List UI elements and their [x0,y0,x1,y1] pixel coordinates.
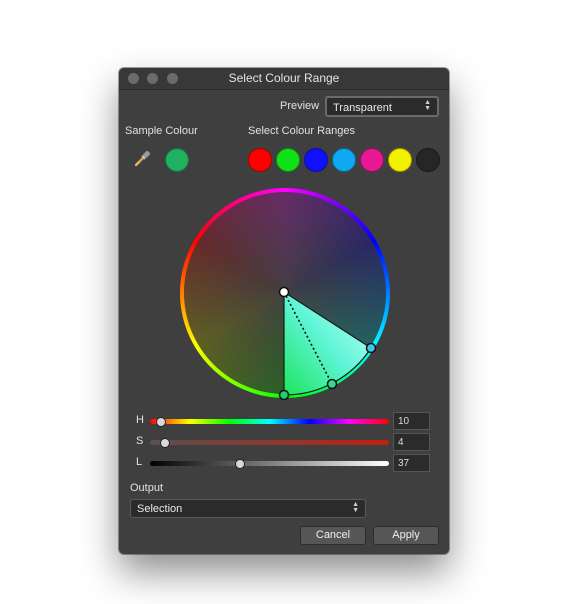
saturation-value-field[interactable]: 4 [393,433,430,451]
selection-sector [278,286,377,401]
range-mid-handle[interactable] [326,378,338,390]
output-label: Output [130,482,164,494]
lightness-label: L [136,456,143,468]
colour-wheel[interactable] [180,188,390,401]
saturation-slider-thumb[interactable] [160,438,170,448]
range-swatch-green[interactable] [276,148,300,172]
output-select[interactable]: Selection ▲ ▼ [130,499,366,518]
range-end-handle[interactable] [365,342,377,354]
chevron-updown-icon: ▲ ▼ [352,501,359,514]
lightness-value-field[interactable]: 37 [393,454,430,472]
saturation-slider[interactable] [150,440,389,445]
lightness-slider[interactable] [150,461,389,466]
cancel-button[interactable]: Cancel [300,526,366,545]
chevron-updown-icon: ▲ ▼ [424,99,431,112]
hue-label: H [136,414,144,426]
centre-handle[interactable] [278,286,290,298]
eyedropper-icon[interactable] [133,148,153,168]
range-swatch-magenta[interactable] [360,148,384,172]
hue-slider-thumb[interactable] [156,417,166,427]
title-bar[interactable]: Select Colour Range [119,68,449,90]
sample-colour-label: Sample Colour [125,125,198,137]
sample-colour-swatch[interactable] [165,148,189,172]
saturation-label: S [136,435,144,447]
apply-button[interactable]: Apply [373,526,439,545]
range-swatch-black[interactable] [416,148,440,172]
range-start-handle[interactable] [278,389,290,401]
output-select-value: Selection [137,503,183,515]
preview-label: Preview [280,100,320,112]
range-swatch-blue[interactable] [304,148,328,172]
preview-select-value: Transparent [333,102,392,114]
range-swatch-yellow[interactable] [388,148,412,172]
range-swatch-red[interactable] [248,148,272,172]
hue-slider[interactable] [150,419,389,424]
preview-select[interactable]: Transparent ▲ ▼ [325,96,439,117]
window-title: Select Colour Range [228,71,340,85]
select-colour-range-dialog: Select Colour Range Preview Transparent … [119,68,449,554]
range-swatch-cyan[interactable] [332,148,356,172]
hue-value-field[interactable]: 10 [393,412,430,430]
select-colour-ranges-label: Select Colour Ranges [248,125,356,137]
lightness-slider-thumb[interactable] [235,459,245,469]
